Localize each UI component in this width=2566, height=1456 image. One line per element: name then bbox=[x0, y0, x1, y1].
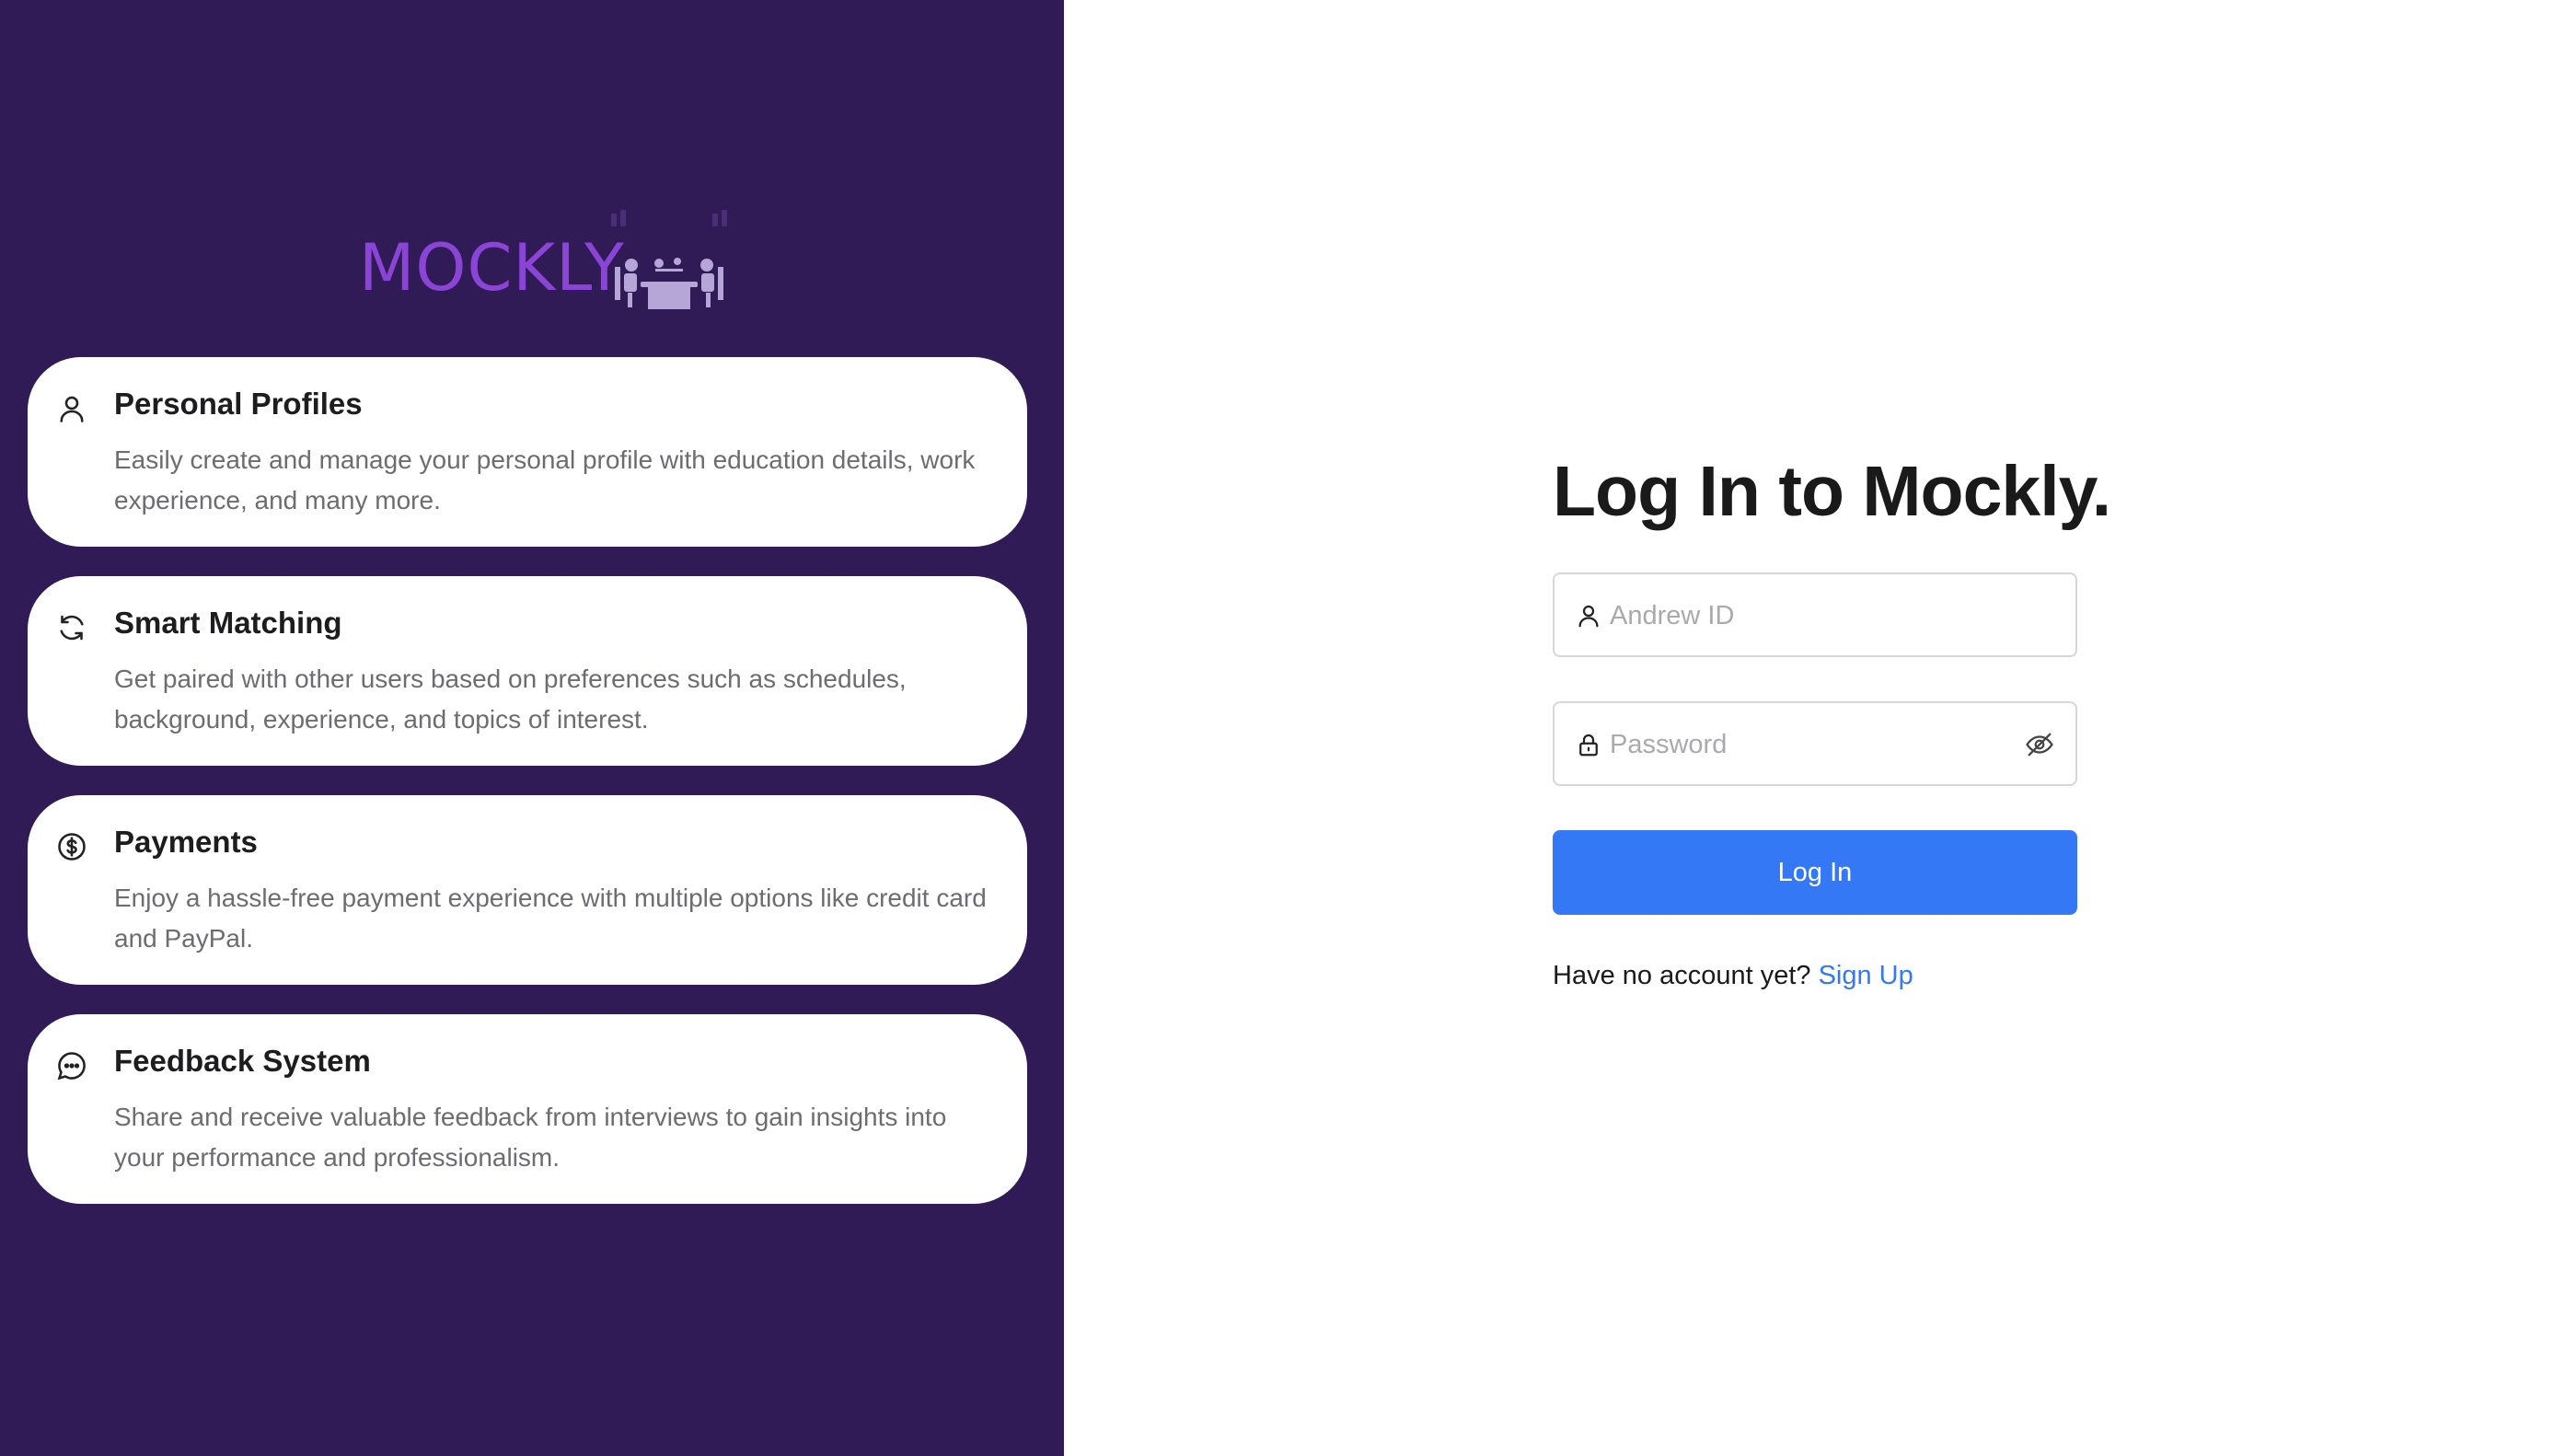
andrew-id-input[interactable] bbox=[1608, 574, 2017, 657]
feature-title: Feedback System bbox=[114, 1044, 371, 1078]
signup-prompt: Have no account yet? Sign Up bbox=[1553, 961, 1913, 991]
feature-card-feedback-system: Feedback System Share and receive valuab… bbox=[28, 1014, 1027, 1204]
signup-prompt-text: Have no account yet? bbox=[1553, 961, 1811, 990]
feature-description: Share and receive valuable feedback from… bbox=[114, 1103, 947, 1172]
password-input[interactable] bbox=[1608, 703, 2017, 786]
feature-description: Enjoy a hassle-free payment experience w… bbox=[114, 884, 987, 953]
refresh-icon bbox=[60, 615, 84, 641]
chat-icon bbox=[57, 1052, 86, 1080]
page-title: Log In to Mockly. bbox=[1553, 452, 2111, 531]
feature-card-smart-matching: Smart Matching Get paired with other use… bbox=[28, 576, 1027, 766]
features-panel: MOCKLY Personal Profiles Easily create a… bbox=[0, 0, 1064, 1456]
feature-description: Easily create and manage your personal p… bbox=[114, 445, 976, 514]
feature-card-payments: Payments Enjoy a hassle-free payment exp… bbox=[28, 795, 1027, 985]
feature-description: Get paired with other users based on pre… bbox=[114, 664, 907, 734]
andrew-id-field[interactable] bbox=[1553, 572, 2077, 657]
user-icon bbox=[60, 396, 84, 422]
feature-title: Payments bbox=[114, 825, 258, 859]
login-button[interactable]: Log In bbox=[1553, 830, 2077, 915]
dollar-icon bbox=[58, 833, 86, 861]
password-field[interactable] bbox=[1553, 701, 2077, 786]
feature-title: Smart Matching bbox=[114, 606, 342, 640]
eye-slash-icon[interactable] bbox=[2024, 729, 2055, 760]
lock-icon bbox=[1579, 734, 1598, 757]
user-icon bbox=[1578, 605, 1599, 628]
mockly-logo: MOCKLY bbox=[359, 210, 727, 311]
feature-title: Personal Profiles bbox=[114, 387, 363, 421]
logo-wordmark: MOCKLY bbox=[359, 230, 625, 306]
interview-table-icon bbox=[611, 210, 727, 309]
feature-card-personal-profiles: Personal Profiles Easily create and mana… bbox=[28, 357, 1027, 547]
signup-link[interactable]: Sign Up bbox=[1819, 961, 1913, 990]
